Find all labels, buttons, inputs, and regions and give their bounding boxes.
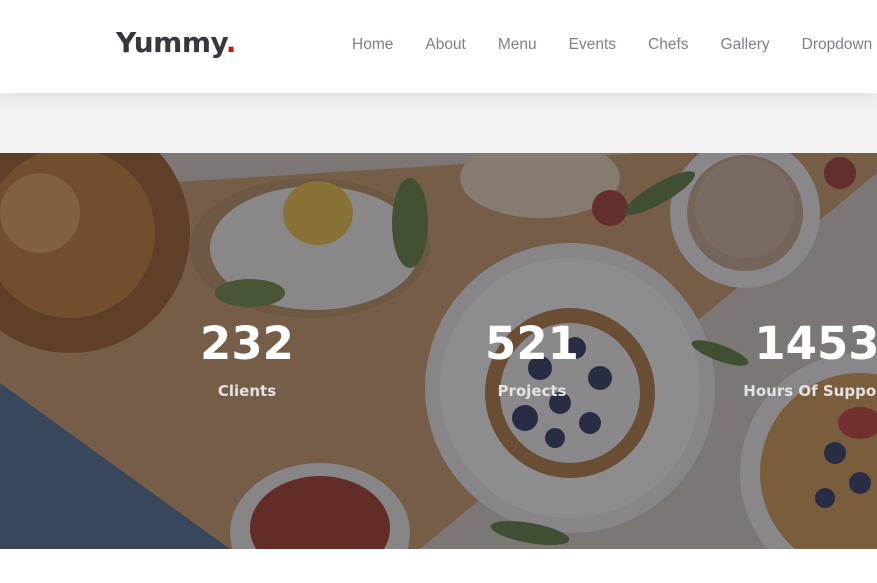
nav-gallery[interactable]: Gallery: [721, 36, 770, 54]
nav-events[interactable]: Events: [569, 36, 616, 54]
nav-home[interactable]: Home: [352, 36, 393, 54]
stats-section: 232 Clients 521 Projects 1453 Hours Of S…: [0, 153, 877, 549]
main-nav: Home About Menu Events Chefs Gallery Dro…: [352, 36, 877, 54]
nav-dropdown[interactable]: Dropdown: [802, 36, 873, 54]
nav-menu[interactable]: Menu: [498, 36, 537, 54]
nav-about[interactable]: About: [425, 36, 466, 54]
logo[interactable]: Yummy.: [116, 26, 236, 60]
stat-clients: 232 Clients: [167, 321, 327, 400]
stat-hours-of-support: 1453 Hours Of Support: [737, 321, 877, 400]
stat-label: Projects: [497, 382, 567, 400]
nav-chefs[interactable]: Chefs: [648, 36, 689, 54]
logo-text: Yummy: [116, 26, 226, 59]
stat-projects: 521 Projects: [452, 321, 612, 400]
logo-dot: .: [225, 26, 237, 59]
page-bottom: [0, 549, 877, 583]
stat-label: Hours Of Support: [743, 382, 877, 400]
section-spacer: [0, 93, 877, 153]
stat-number: 521: [485, 317, 579, 370]
stat-number: 232: [200, 317, 294, 370]
stat-label: Clients: [217, 382, 277, 400]
stat-number: 1453: [754, 317, 877, 370]
site-header: Yummy. Home About Menu Events Chefs Gall…: [0, 0, 877, 93]
